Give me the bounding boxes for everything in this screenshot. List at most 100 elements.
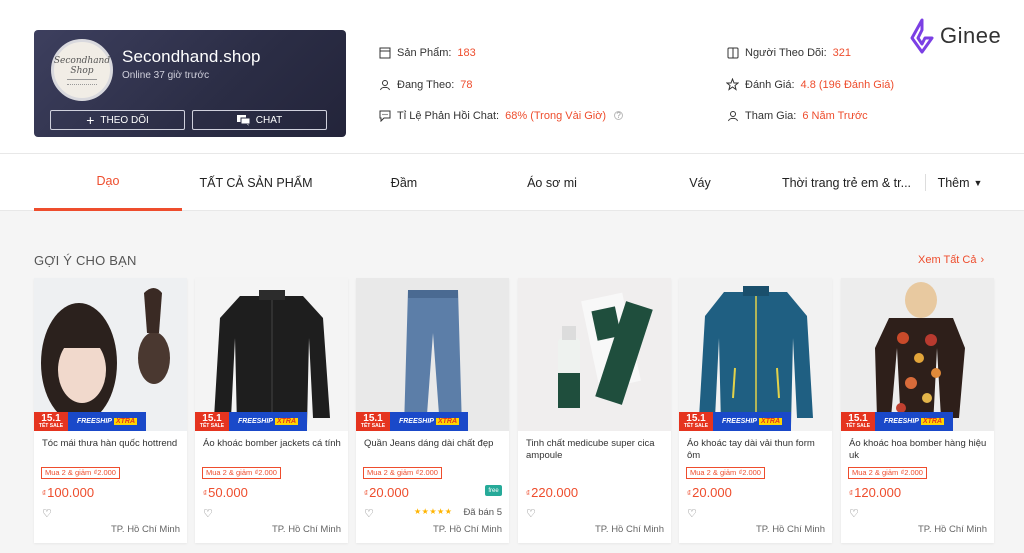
- stat-followers-label: Người Theo Dõi:: [745, 46, 827, 59]
- tab-dam[interactable]: Đầm: [330, 154, 478, 211]
- help-icon[interactable]: ?: [614, 111, 624, 120]
- stat-followers-value: 321: [832, 46, 851, 59]
- stat-rating: Đánh Giá: 4.8 (196 Đánh Giá): [726, 78, 894, 91]
- promo-banner: 15.1 TẾT SALE FREESHIP XTRA: [679, 412, 791, 431]
- followers-icon: [726, 46, 739, 59]
- product-price: ₫20.000: [687, 485, 732, 500]
- star-icon: [726, 78, 739, 91]
- chat-button[interactable]: CHAT: [192, 110, 327, 130]
- shop-online-status: Online 37 giờ trước: [122, 70, 210, 81]
- heart-icon[interactable]: ♡: [687, 507, 697, 520]
- heart-icon[interactable]: ♡: [526, 507, 536, 520]
- stat-response-value: 68% (Trong Vài Giờ): [505, 109, 607, 122]
- ginee-logo-text: Ginee: [940, 23, 1002, 48]
- stat-following-value: 78: [460, 78, 473, 91]
- stat-joined: Tham Gia: 6 Năm Trước: [726, 109, 868, 122]
- tab-ao-so-mi[interactable]: Áo sơ mi: [478, 154, 626, 211]
- promo-banner: 15.1 TẾT SALE FREESHIP XTRA: [841, 412, 953, 431]
- stat-joined-label: Tham Gia:: [745, 109, 797, 122]
- product-image: [356, 278, 509, 431]
- promo-banner: 15.1 TẾT SALE FREESHIP XTRA: [356, 412, 468, 431]
- product-name: Tóc mái thưa hàn quốc hottrend: [42, 438, 178, 449]
- product-location: TP. Hồ Chí Minh: [595, 524, 664, 535]
- stat-following-label: Đang Theo:: [397, 78, 455, 91]
- product-location: TP. Hồ Chí Minh: [433, 524, 502, 535]
- product-list: 15.1 TẾT SALE FREESHIP XTRA Tóc mái thưa h…: [34, 278, 994, 543]
- stat-products-value: 183: [457, 46, 476, 59]
- heart-icon[interactable]: ♡: [364, 507, 374, 520]
- product-card[interactable]: 15.1 TẾT SALE FREESHIP XTRA Áo khoác hoa b…: [841, 278, 994, 543]
- heart-icon[interactable]: ♡: [203, 507, 213, 520]
- rating-stars: ★★★★★: [414, 507, 453, 516]
- stat-rating-value: 4.8 (196 Đánh Giá): [800, 78, 895, 91]
- heart-icon[interactable]: ♡: [849, 507, 859, 520]
- stat-joined-value: 6 Năm Trước: [802, 109, 868, 122]
- stat-followers: Người Theo Dõi: 321: [726, 46, 851, 59]
- stat-response-label: Tỉ Lệ Phản Hồi Chat:: [397, 109, 500, 122]
- heart-icon[interactable]: ♡: [42, 507, 52, 520]
- product-location: TP. Hồ Chí Minh: [111, 524, 180, 535]
- product-price: ₫50.000: [203, 485, 248, 500]
- tab-kids-fashion[interactable]: Thời trang trẻ em & tr...: [774, 154, 919, 211]
- product-price: ₫100.000: [42, 485, 95, 500]
- tab-more[interactable]: Thêm ▼: [930, 154, 990, 211]
- deal-badge: Mua 2 & giảm ₫2.000: [41, 467, 120, 479]
- shop-avatar[interactable]: Secondhand Shop: [51, 39, 113, 101]
- product-name: Tinh chất medicube super cica ampoule: [526, 438, 655, 461]
- user-check-icon: [726, 109, 739, 122]
- promo-banner: 15.1 TẾT SALE FREESHIP XTRA: [195, 412, 307, 431]
- ginee-logo: Ginee: [908, 18, 1001, 54]
- section-title: GỢI Ý CHO BẠN: [34, 253, 137, 268]
- product-price: ₫20.000: [364, 485, 409, 500]
- shop-tabs: Dạo TẤT CẢ SẢN PHẨM Đầm Áo sơ mi Váy Thờ…: [0, 154, 1024, 211]
- follow-label: THEO DÕI: [100, 114, 149, 126]
- product-price: ₫120.000: [849, 485, 902, 500]
- deal-badge: Mua 2 & giảm ₫2.000: [363, 467, 442, 479]
- product-image: [518, 278, 671, 431]
- chat-label: CHAT: [255, 114, 283, 126]
- product-image: [34, 278, 187, 431]
- deal-badge: Mua 2 & giảm ₫2.000: [686, 467, 765, 479]
- product-name: Áo khoác tay dài vải thun form ôm: [687, 438, 815, 461]
- follow-button[interactable]: + THEO DÕI: [50, 110, 185, 130]
- store-icon: [378, 46, 391, 59]
- product-card[interactable]: 15.1 TẾT SALE FREESHIP XTRA Quần Jeans dán…: [356, 278, 509, 543]
- product-card[interactable]: 15.1 TẾT SALE FREESHIP XTRA Áo khoác bombe…: [195, 278, 348, 543]
- product-card[interactable]: 15.1 TẾT SALE FREESHIP XTRA Áo khoác tay d…: [679, 278, 832, 543]
- product-location: TP. Hồ Chí Minh: [918, 524, 987, 535]
- tab-dao[interactable]: Dạo: [34, 154, 182, 211]
- product-location: TP. Hồ Chí Minh: [756, 524, 825, 535]
- stat-response-rate: Tỉ Lệ Phản Hồi Chat: 68% (Trong Vài Giờ)…: [378, 109, 624, 122]
- product-name: Quần Jeans dáng dài chất đẹp: [364, 438, 494, 449]
- product-card[interactable]: Tinh chất medicube super cica ampoule ₫2…: [518, 278, 671, 543]
- deal-badge: Mua 2 & giảm ₫2.000: [202, 467, 281, 479]
- chat-icon: [236, 114, 250, 126]
- plus-icon: +: [86, 112, 95, 128]
- product-image: [679, 278, 832, 431]
- stat-products: Sản Phẩm: 183: [378, 46, 476, 59]
- product-image: [841, 278, 994, 431]
- tab-vay[interactable]: Váy: [626, 154, 774, 211]
- product-image: [195, 278, 348, 431]
- chat-bubble-icon: [378, 109, 391, 122]
- product-location: TP. Hồ Chí Minh: [272, 524, 341, 535]
- deal-badge: Mua 2 & giảm ₫2.000: [848, 467, 927, 479]
- see-all-link[interactable]: Xem Tất Cả ›: [918, 254, 984, 266]
- product-price: ₫220.000: [526, 485, 579, 500]
- caret-down-icon: ▼: [973, 177, 983, 188]
- product-card[interactable]: 15.1 TẾT SALE FREESHIP XTRA Tóc mái thưa h…: [34, 278, 187, 543]
- product-name: Áo khoác hoa bomber hàng hiệu uk: [849, 438, 987, 461]
- tab-all-products[interactable]: TẤT CẢ SẢN PHẨM: [182, 154, 330, 211]
- shop-header: Secondhand Shop Secondhand.shop Online 3…: [0, 0, 1024, 154]
- sold-count: Đã bán 5: [463, 507, 502, 518]
- avatar-logo-text: Secondhand Shop: [53, 55, 111, 76]
- shop-card: Secondhand Shop Secondhand.shop Online 3…: [34, 30, 346, 137]
- ginee-logo-icon: [910, 18, 934, 54]
- user-icon: [378, 78, 391, 91]
- stat-following: Đang Theo: 78: [378, 78, 473, 91]
- free-shipping-icon: free: [485, 485, 502, 496]
- stat-products-label: Sản Phẩm:: [397, 46, 452, 59]
- product-name: Áo khoác bomber jackets cá tính: [203, 438, 341, 449]
- chevron-right-icon: ›: [980, 254, 985, 266]
- promo-banner: 15.1 TẾT SALE FREESHIP XTRA: [34, 412, 146, 431]
